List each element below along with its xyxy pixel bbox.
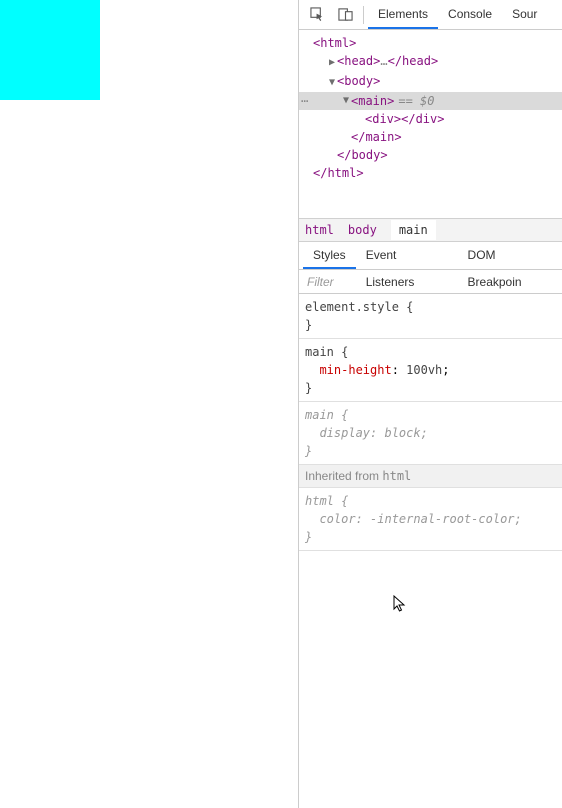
devtools-panel: Elements Console Sour <html> ▶<head>…</h… (298, 0, 562, 808)
collapse-icon[interactable]: ▼ (327, 74, 337, 92)
collapse-icon[interactable]: ▼ (341, 92, 351, 110)
style-main-minheight[interactable]: main { min-height: 100vh; } (299, 339, 562, 402)
inherited-source[interactable]: html (382, 469, 411, 483)
console-reference: == $0 (394, 92, 434, 110)
style-html-color[interactable]: html { color: -internal-root-color; } (299, 488, 562, 551)
breadcrumb-main[interactable]: main (391, 220, 436, 240)
dom-tree[interactable]: <html> ▶<head>…</head> ▼<body> ⋯▼<main>=… (299, 30, 562, 188)
style-main-display[interactable]: main { display: block; } (299, 402, 562, 465)
css-property[interactable]: color (319, 512, 355, 526)
device-toolbar-icon[interactable] (331, 1, 359, 29)
dom-node-body-close[interactable]: </body> (299, 146, 562, 164)
ellipsis-icon[interactable]: ⋯ (301, 92, 308, 110)
brace-close: } (305, 442, 556, 460)
dom-node-main-close[interactable]: </main> (299, 128, 562, 146)
tab-console[interactable]: Console (438, 0, 502, 29)
selector: html { (305, 492, 556, 510)
selector: main { (305, 343, 556, 361)
subtab-styles[interactable]: Styles (303, 242, 356, 269)
css-value[interactable]: -internal-root-color (370, 512, 515, 526)
dom-node-main-open[interactable]: ⋯▼<main>== $0 (299, 92, 562, 110)
brace-close: } (305, 316, 556, 334)
tab-elements[interactable]: Elements (368, 0, 438, 29)
rendered-div-element (0, 0, 100, 100)
styles-subtabs: Styles Event Listeners DOM Breakpoin (299, 242, 562, 270)
breadcrumb: html body main (299, 218, 562, 242)
subtab-event-listeners[interactable]: Event Listeners (356, 242, 458, 269)
brace-close: } (305, 379, 556, 397)
selector: main { (305, 406, 556, 424)
styles-filter-input[interactable]: Filter (299, 270, 562, 294)
selector: element.style { (305, 298, 556, 316)
css-value[interactable]: 100vh (406, 363, 442, 377)
inherited-from-header: Inherited from html (299, 465, 562, 488)
devtools-toolbar: Elements Console Sour (299, 0, 562, 30)
style-element-style[interactable]: element.style { } (299, 294, 562, 339)
breadcrumb-html[interactable]: html (305, 223, 334, 237)
subtab-dom-breakpoints[interactable]: DOM Breakpoin (458, 242, 562, 269)
page-content (0, 0, 298, 808)
dom-node-body-open[interactable]: ▼<body> (299, 72, 562, 92)
dom-node-head[interactable]: ▶<head>…</head> (299, 52, 562, 72)
css-value[interactable]: block (384, 426, 420, 440)
tab-sources[interactable]: Sour (502, 0, 547, 29)
toolbar-separator (363, 6, 364, 24)
dom-node-html-open[interactable]: <html> (299, 34, 562, 52)
expand-icon[interactable]: ▶ (327, 54, 337, 72)
brace-close: } (305, 528, 556, 546)
inspect-element-icon[interactable] (303, 1, 331, 29)
dom-node-html-close[interactable]: </html> (299, 164, 562, 182)
breadcrumb-body[interactable]: body (348, 223, 377, 237)
css-property[interactable]: display (319, 426, 370, 440)
css-property[interactable]: min-height (319, 363, 391, 377)
dom-node-div[interactable]: <div></div> (299, 110, 562, 128)
